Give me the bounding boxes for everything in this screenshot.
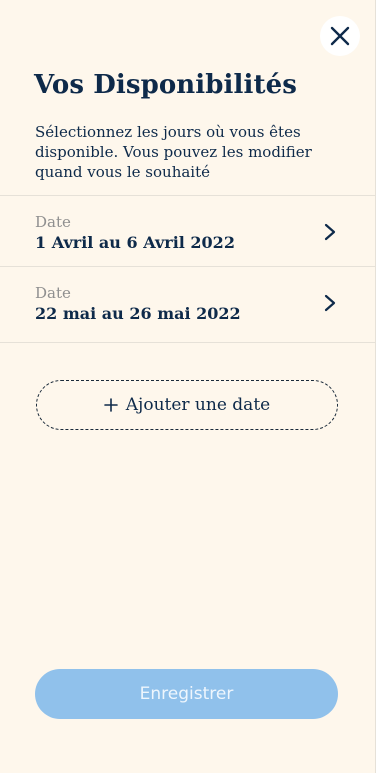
page-title: Vos Disponibilités bbox=[34, 70, 297, 100]
date-item-label: Date bbox=[35, 284, 71, 302]
date-item-value: 22 mai au 26 mai 2022 bbox=[35, 304, 241, 323]
chevron-right-icon bbox=[322, 293, 338, 313]
close-icon bbox=[330, 26, 350, 46]
divider bbox=[0, 342, 375, 343]
date-list: Date 1 Avril au 6 Avril 2022 Date 22 mai… bbox=[0, 195, 375, 343]
close-button[interactable] bbox=[320, 16, 360, 56]
save-button[interactable]: Enregistrer bbox=[35, 669, 338, 719]
add-date-button[interactable]: Ajouter une date bbox=[36, 380, 338, 430]
add-date-label: Ajouter une date bbox=[125, 395, 271, 415]
date-item[interactable]: Date 1 Avril au 6 Avril 2022 bbox=[0, 196, 375, 266]
plus-icon bbox=[103, 398, 118, 412]
date-item-label: Date bbox=[35, 213, 71, 231]
date-item-value: 1 Avril au 6 Avril 2022 bbox=[35, 233, 235, 252]
chevron-right-icon bbox=[322, 222, 338, 242]
page-subtitle: Sélectionnez les jours où vous êtes disp… bbox=[35, 123, 312, 181]
date-item[interactable]: Date 22 mai au 26 mai 2022 bbox=[0, 267, 375, 342]
